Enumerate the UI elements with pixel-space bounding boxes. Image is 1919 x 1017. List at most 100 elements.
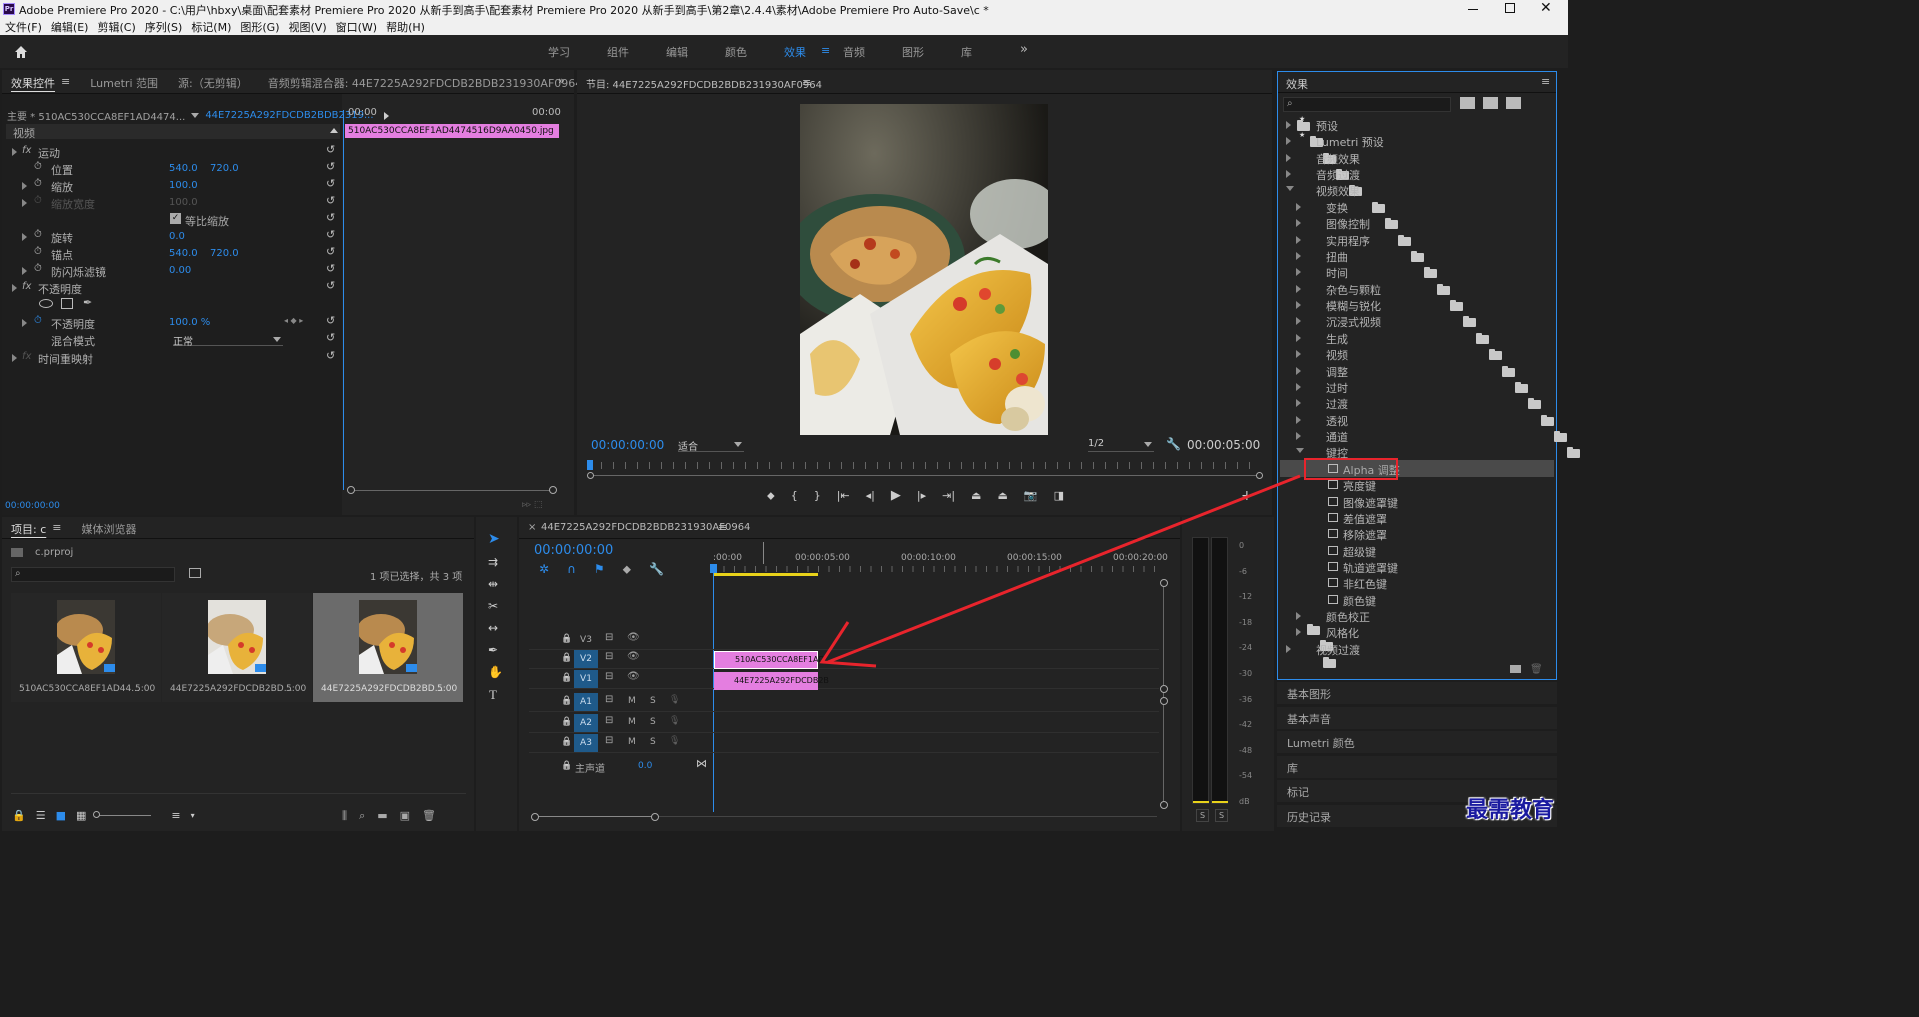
menu-item[interactable]: 图形(G) (240, 19, 279, 35)
timeline-hscroll[interactable] (531, 813, 1161, 821)
property-value[interactable]: 100.0 % (169, 317, 210, 328)
expand-arrow-icon[interactable] (22, 267, 27, 275)
fx-icon[interactable]: fx (22, 351, 31, 362)
lift-icon[interactable]: ⏏ (971, 489, 981, 502)
ec-footer-icons[interactable]: ▹▹ ⬚ (522, 500, 542, 510)
chevron-down-icon[interactable] (191, 113, 200, 118)
project-item[interactable]: 44E7225A292FDCDB2BD... 5:00 (162, 593, 312, 702)
hand-tool-icon[interactable]: ✋ (488, 665, 503, 679)
effects-folder-label[interactable]: 颜色校正 (1326, 609, 1370, 625)
settings-wrench-icon[interactable]: 🔧 (649, 562, 664, 577)
fx-icon[interactable]: fx (22, 281, 31, 292)
reset-icon[interactable]: ↺ (326, 228, 335, 241)
chevron-right-icon[interactable] (1296, 202, 1301, 211)
solo-button[interactable]: S (650, 717, 656, 727)
meter-solo-button[interactable]: S (1196, 809, 1209, 822)
solo-button[interactable]: S (650, 696, 656, 706)
automate-icon[interactable]: ⫼ (342, 809, 347, 823)
track-target-A3[interactable]: A3 (574, 734, 598, 753)
effects-folder-label[interactable]: 时间 (1326, 265, 1348, 281)
blend-mode-dropdown[interactable]: 正常 (173, 333, 283, 348)
pen-mask-icon[interactable]: ✒ (83, 296, 92, 309)
effects-folder-label[interactable]: 透视 (1326, 413, 1348, 429)
rectangle-mask-icon[interactable] (61, 298, 73, 309)
side-panel-label[interactable]: 基本图形 (1287, 686, 1331, 702)
chevron-down-icon[interactable] (1286, 186, 1294, 192)
reset-icon[interactable]: ↺ (326, 177, 335, 190)
reset-icon[interactable]: ↺ (326, 160, 335, 173)
track-target-A2[interactable]: A2 (574, 714, 598, 733)
chevron-right-icon[interactable] (1286, 170, 1291, 179)
effects-folder-label[interactable]: 音频过渡 (1316, 167, 1360, 183)
stopwatch-icon[interactable]: ⏱ (34, 178, 42, 189)
menu-item[interactable]: 编辑(E) (51, 19, 89, 35)
track-sync-icon[interactable]: ⊟ (605, 715, 613, 726)
type-tool-icon[interactable]: T (489, 687, 497, 703)
mute-button[interactable]: M (628, 737, 636, 747)
track-lock-icon[interactable]: 🔒 (561, 653, 572, 663)
menu-item[interactable]: 标记(M) (191, 19, 231, 35)
mark-out-icon[interactable]: } (814, 489, 821, 502)
program-timecode-current[interactable]: 00:00:00:00 (591, 438, 664, 452)
go-to-end-icon[interactable]: ⋈ (696, 757, 707, 770)
effects-folder-label[interactable]: 生成 (1326, 331, 1348, 347)
effect-item-label[interactable]: 非红色键 (1343, 576, 1387, 592)
fit-dropdown[interactable]: 适合 (678, 438, 744, 453)
microphone-icon[interactable]: 🎙 (669, 716, 680, 726)
track-lock-icon[interactable]: 🔒 (561, 737, 572, 747)
chevron-right-icon[interactable] (1286, 153, 1291, 162)
side-panel-label[interactable]: 库 (1287, 760, 1298, 776)
project-item[interactable]: 510AC530CCA8EF1AD44... 5:00 (11, 593, 161, 702)
effects-folder-label[interactable]: 沉浸式视频 (1326, 314, 1381, 330)
icon-view-icon[interactable]: ■ (56, 809, 66, 822)
track-sync-icon[interactable]: ⊟ (605, 671, 613, 682)
microphone-icon[interactable]: 🎙 (669, 695, 680, 705)
panel-overflow-icon[interactable]: » (558, 74, 565, 87)
play-arrow-icon[interactable] (383, 111, 389, 120)
reset-icon[interactable]: ↺ (326, 279, 335, 292)
chevron-right-icon[interactable] (1296, 432, 1301, 441)
yuv-effects-icon[interactable] (1506, 97, 1521, 109)
property-value[interactable]: 100.0 (169, 180, 198, 191)
chevron-right-icon[interactable] (1296, 399, 1301, 408)
add-button-icon[interactable]: + (1241, 488, 1253, 504)
chevron-right-icon[interactable] (1296, 415, 1301, 424)
expand-arrow-icon[interactable] (12, 354, 17, 362)
32bit-effects-icon[interactable] (1483, 97, 1498, 109)
ec-tab[interactable]: 效果控件 (11, 75, 55, 91)
master-clip-label[interactable]: 主要 * 510AC530CCA8EF1AD4474... (7, 108, 185, 123)
ec-tab[interactable]: 音频剪辑混合器: 44E7225A292FDCDB2BDB231930AF096… (268, 75, 583, 91)
add-marker-icon[interactable]: ⬥ (623, 562, 631, 577)
project-tab[interactable]: 项目: c (11, 521, 46, 537)
ellipse-mask-icon[interactable] (39, 299, 53, 308)
effect-item-label[interactable]: 图像遮罩键 (1343, 495, 1398, 511)
wrench-icon[interactable]: 🔧 (1166, 437, 1181, 451)
reset-icon[interactable]: ↺ (326, 331, 335, 344)
expand-arrow-icon[interactable] (22, 182, 27, 190)
chevron-right-icon[interactable] (1296, 317, 1301, 326)
program-scrub-bar[interactable] (587, 460, 1263, 479)
property-value[interactable]: 100.0 (169, 197, 198, 208)
master-track-value[interactable]: 0.0 (638, 761, 652, 771)
meter-solo-button[interactable]: S (1215, 809, 1228, 822)
camera-icon[interactable]: 📷 (1024, 489, 1038, 502)
reset-icon[interactable]: ↺ (326, 211, 335, 224)
chevron-right-icon[interactable] (1296, 366, 1301, 375)
zoom-slider[interactable] (93, 811, 152, 818)
chevron-right-icon[interactable] (1296, 350, 1301, 359)
track-sync-icon[interactable]: ⊟ (605, 632, 613, 643)
effects-folder-label[interactable]: 风格化 (1326, 625, 1359, 641)
step-back-icon[interactable]: ◂| (866, 489, 875, 502)
stopwatch-icon[interactable]: ⏱ (34, 229, 42, 240)
find-icon[interactable]: ⌕ (359, 809, 365, 823)
effect-item-label[interactable]: 差值遮罩 (1343, 511, 1387, 527)
lock-icon[interactable]: 🔒 (12, 809, 26, 822)
chevron-right-icon[interactable] (1286, 644, 1291, 653)
eye-icon[interactable]: 👁 (627, 671, 640, 682)
workspace-tab[interactable]: 库 (961, 44, 1020, 60)
effects-folder-label[interactable]: 通道 (1326, 429, 1348, 445)
expand-arrow-icon[interactable] (22, 319, 27, 327)
chevron-right-icon[interactable] (1296, 268, 1301, 277)
expand-arrow-icon[interactable] (22, 199, 27, 207)
effects-folder-label[interactable]: 变换 (1326, 200, 1348, 216)
